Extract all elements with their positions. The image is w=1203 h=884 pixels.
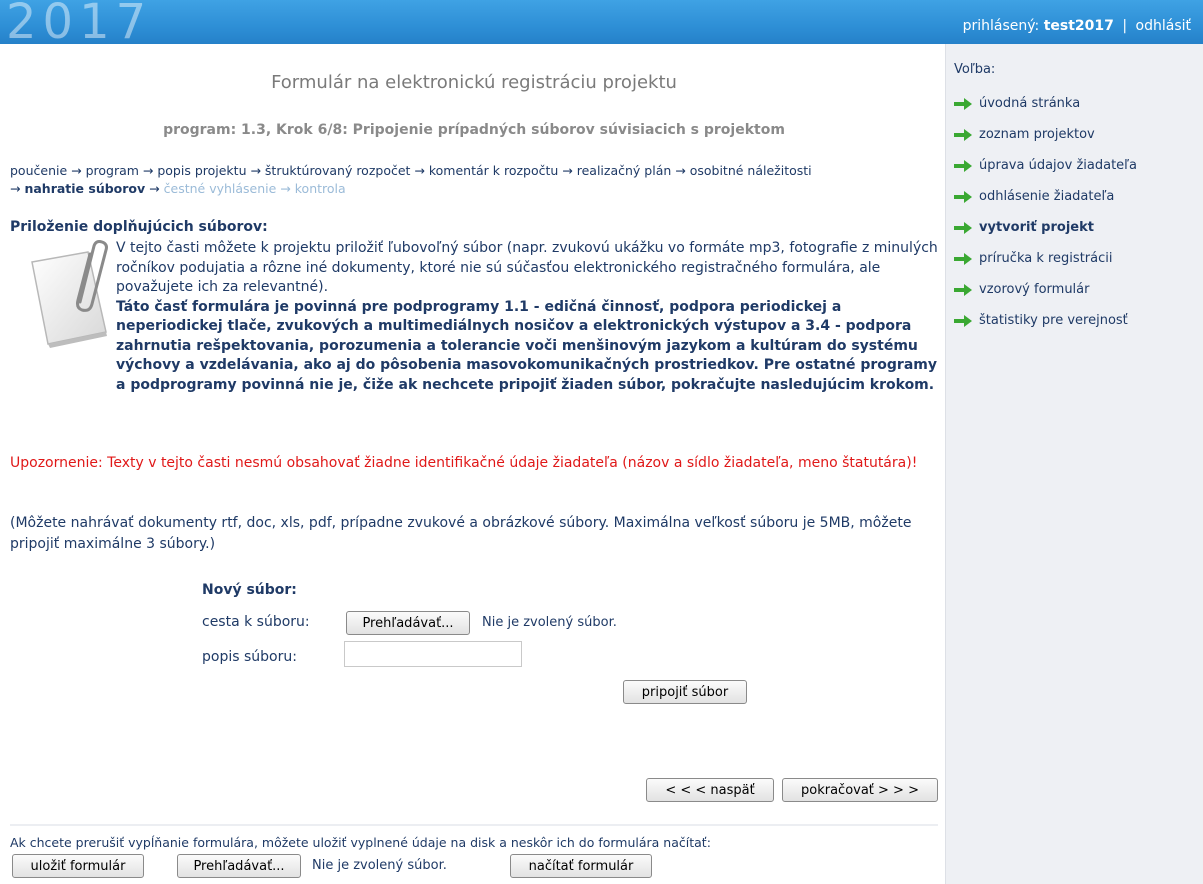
arrow-right-icon <box>954 221 972 234</box>
browse-button[interactable]: Prehľadávať... <box>346 611 470 635</box>
arrow-right-icon <box>954 283 972 296</box>
load-browse-button[interactable]: Prehľadávať... <box>177 854 301 878</box>
header-banner: 2017 prihlásený: test2017 | odhlásiť <box>0 0 1203 44</box>
upload-note: (Môžete nahrávať dokumenty rtf, doc, xls… <box>10 515 912 552</box>
sidebar-item-edit-applicant[interactable]: úprava údajov žiadateľa <box>954 150 1137 181</box>
attach-file-button[interactable]: pripojiť súbor <box>623 680 747 704</box>
sidebar-item-label: príručka k registrácii <box>979 251 1113 266</box>
next-button[interactable]: pokračovať > > > <box>782 778 938 802</box>
breadcrumb: poučenie → program → popis projektu → št… <box>10 162 938 198</box>
sidebar-item-label: vytvoriť projekt <box>979 220 1094 235</box>
sidebar-item-label: zoznam projektov <box>979 127 1095 142</box>
file-description-label: popis súboru: <box>202 649 297 665</box>
sidebar-item-create-project[interactable]: vytvoriť projekt <box>954 212 1137 243</box>
username: test2017 <box>1043 18 1114 34</box>
arrow-right-icon <box>954 97 972 110</box>
sidebar-item-home[interactable]: úvodná stránka <box>954 88 1137 119</box>
step-subtitle: program: 1.3, Krok 6/8: Pripojenie prípa… <box>163 122 785 138</box>
arrow-right-icon <box>954 159 972 172</box>
divider <box>10 824 938 826</box>
sidebar-item-label: vzorový formulár <box>979 282 1090 297</box>
sidebar-item-label: odhlásenie žiadateľa <box>979 189 1115 204</box>
year-logo: 2017 <box>6 0 153 44</box>
sidebar-menu: úvodná stránka zoznam projektov úprava ú… <box>954 88 1137 336</box>
sidebar: Voľba: úvodná stránka zoznam projektov ú… <box>945 44 1203 884</box>
arrow-right-icon <box>954 128 972 141</box>
arrow-right-icon <box>954 314 972 327</box>
sidebar-heading: Voľba: <box>954 62 996 77</box>
logout-link[interactable]: odhlásiť <box>1136 18 1191 34</box>
sidebar-item-projects[interactable]: zoznam projektov <box>954 119 1137 150</box>
save-form-button[interactable]: uložiť formulár <box>12 854 144 878</box>
user-box: prihlásený: test2017 | odhlásiť <box>963 18 1191 34</box>
breadcrumb-arrow: → <box>10 181 21 196</box>
file-path-label: cesta k súboru: <box>202 614 310 630</box>
load-form-button[interactable]: načítať formulár <box>510 854 652 878</box>
sidebar-item-logout-applicant[interactable]: odhlásenie žiadateľa <box>954 181 1137 212</box>
sidebar-item-label: úprava údajov žiadateľa <box>979 158 1137 173</box>
breadcrumb-arrow: → <box>149 181 160 196</box>
mandatory-text: Táto časť formulára je povinná pre podpr… <box>116 298 937 393</box>
arrow-right-icon <box>954 190 972 203</box>
section-title: Priloženie doplňujúcich súborov: <box>10 219 268 235</box>
separator: | <box>1122 18 1128 34</box>
sidebar-item-statistics[interactable]: štatistiky pre verejnosť <box>954 305 1137 336</box>
sidebar-item-label: štatistiky pre verejnosť <box>979 313 1128 328</box>
file-description-input[interactable] <box>344 641 522 667</box>
logged-in-label: prihlásený: <box>962 18 1040 34</box>
load-no-file-status: Nie je zvolený súbor. <box>312 858 447 873</box>
sidebar-item-sample-form[interactable]: vzorový formulár <box>954 274 1137 305</box>
description-text: V tejto časti môžete k projektu priložiť… <box>10 239 938 395</box>
sidebar-item-manual[interactable]: príručka k registrácii <box>954 243 1137 274</box>
new-file-title: Nový súbor: <box>202 582 297 598</box>
breadcrumb-current: nahratie súborov <box>24 181 146 196</box>
no-file-status: Nie je zvolený súbor. <box>482 615 617 630</box>
page-title: Formulár na elektronickú registráciu pro… <box>271 72 677 93</box>
description-block: V tejto časti môžete k projektu priložiť… <box>10 239 938 395</box>
save-hint-text: Ak chcete prerušiť vypĺňanie formulára, … <box>10 835 711 850</box>
warning-text: Upozornenie: Texty v tejto časti nesmú o… <box>10 455 918 471</box>
breadcrumb-done: poučenie → program → popis projektu → št… <box>10 163 812 178</box>
arrow-right-icon <box>954 252 972 265</box>
sidebar-item-label: úvodná stránka <box>979 96 1081 111</box>
back-button[interactable]: < < < naspäť <box>646 778 774 802</box>
breadcrumb-future: čestné vyhlásenie → kontrola <box>163 181 346 196</box>
